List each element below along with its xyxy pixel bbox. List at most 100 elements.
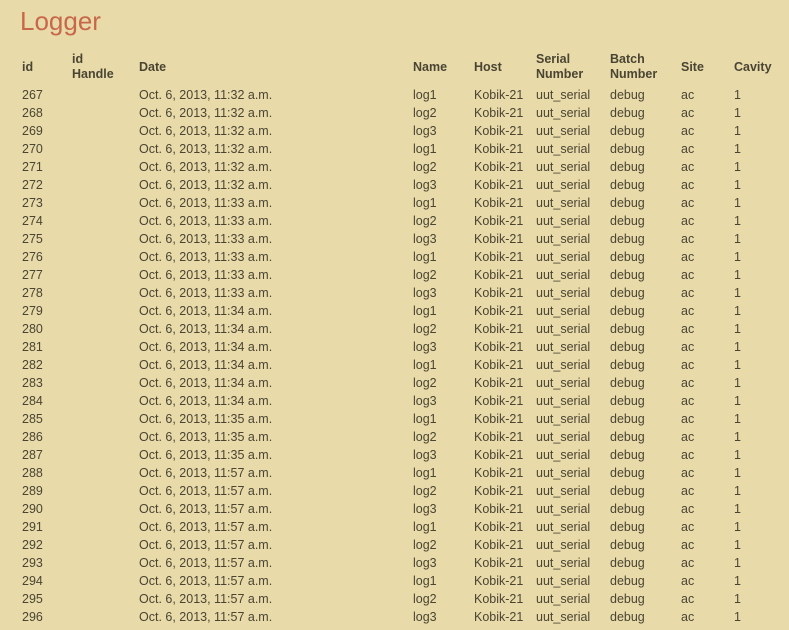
- cell-site: ac: [681, 340, 695, 354]
- cell-id-handle: [66, 464, 133, 482]
- cell-cavity: 1: [734, 142, 741, 156]
- cell-id: 268: [22, 106, 43, 120]
- cell-batch-number: debug: [610, 304, 645, 318]
- cell-name: log3: [413, 124, 437, 138]
- cell-name: log3: [413, 394, 437, 408]
- cell-date: Oct. 6, 2013, 11:57 a.m.: [139, 466, 273, 480]
- cell-cavity: 1: [734, 322, 741, 336]
- cell-name: log3: [413, 448, 437, 462]
- cell-site: ac: [681, 592, 695, 606]
- cell-date: Oct. 6, 2013, 11:34 a.m.: [139, 340, 273, 354]
- table-row: 290 Oct. 6, 2013, 11:57 a.m. log3 Kobik-21 u…: [16, 500, 785, 518]
- table-row: 293 Oct. 6, 2013, 11:57 a.m. log3 Kobik-21 u…: [16, 554, 785, 572]
- cell-id: 279: [22, 304, 43, 318]
- cell-batch-number: debug: [610, 448, 645, 462]
- cell-host: Kobik-21: [474, 268, 524, 282]
- table-body: 267 Oct. 6, 2013, 11:32 a.m. log1 Kobik-21 u…: [16, 86, 785, 626]
- cell-site: ac: [681, 376, 695, 390]
- cell-site: ac: [681, 196, 695, 210]
- cell-id: 274: [22, 214, 43, 228]
- cell-date: Oct. 6, 2013, 11:32 a.m.: [139, 178, 273, 192]
- cell-id: 275: [22, 232, 43, 246]
- cell-date: Oct. 6, 2013, 11:34 a.m.: [139, 376, 273, 390]
- cell-id-handle: [66, 176, 133, 194]
- cell-host: Kobik-21: [474, 448, 524, 462]
- cell-id: 267: [22, 88, 43, 102]
- cell-cavity: 1: [734, 430, 741, 444]
- cell-site: ac: [681, 322, 695, 336]
- column-header-id-handle[interactable]: id Handle: [66, 48, 133, 86]
- cell-cavity: 1: [734, 232, 741, 246]
- cell-name: log1: [413, 88, 437, 102]
- cell-name: log3: [413, 556, 437, 570]
- cell-host: Kobik-21: [474, 250, 524, 264]
- cell-site: ac: [681, 430, 695, 444]
- cell-id-handle: [66, 104, 133, 122]
- cell-serial-number: uut_serial: [536, 322, 591, 336]
- cell-serial-number: uut_serial: [536, 412, 591, 426]
- column-header-site[interactable]: Site: [675, 48, 728, 86]
- cell-serial-number: uut_serial: [536, 520, 591, 534]
- cell-date: Oct. 6, 2013, 11:32 a.m.: [139, 142, 273, 156]
- cell-host: Kobik-21: [474, 520, 524, 534]
- cell-cavity: 1: [734, 268, 741, 282]
- cell-site: ac: [681, 124, 695, 138]
- table-row: 282 Oct. 6, 2013, 11:34 a.m. log1 Kobik-21 u…: [16, 356, 785, 374]
- cell-site: ac: [681, 304, 695, 318]
- cell-name: log1: [413, 466, 437, 480]
- cell-id-handle: [66, 266, 133, 284]
- table-row: 283 Oct. 6, 2013, 11:34 a.m. log2 Kobik-21 u…: [16, 374, 785, 392]
- cell-id-handle: [66, 590, 133, 608]
- table-row: 279 Oct. 6, 2013, 11:34 a.m. log1 Kobik-21 u…: [16, 302, 785, 320]
- cell-name: log1: [413, 412, 437, 426]
- cell-id: 289: [22, 484, 43, 498]
- cell-serial-number: uut_serial: [536, 142, 591, 156]
- cell-batch-number: debug: [610, 106, 645, 120]
- cell-batch-number: debug: [610, 376, 645, 390]
- cell-id: 288: [22, 466, 43, 480]
- cell-date: Oct. 6, 2013, 11:34 a.m.: [139, 322, 273, 336]
- cell-serial-number: uut_serial: [536, 466, 591, 480]
- table-row: 270 Oct. 6, 2013, 11:32 a.m. log1 Kobik-21 u…: [16, 140, 785, 158]
- column-header-name[interactable]: Name: [407, 48, 468, 86]
- cell-id-handle: [66, 500, 133, 518]
- cell-site: ac: [681, 412, 695, 426]
- cell-id-handle: [66, 572, 133, 590]
- column-header-cavity[interactable]: Cavity: [728, 48, 785, 86]
- cell-id: 276: [22, 250, 43, 264]
- cell-id: 270: [22, 142, 43, 156]
- column-header-serial-number[interactable]: Serial Number: [530, 48, 604, 86]
- table-row: 285 Oct. 6, 2013, 11:35 a.m. log1 Kobik-21 u…: [16, 410, 785, 428]
- cell-name: log1: [413, 574, 437, 588]
- cell-serial-number: uut_serial: [536, 214, 591, 228]
- table-row: 267 Oct. 6, 2013, 11:32 a.m. log1 Kobik-21 u…: [16, 86, 785, 104]
- cell-serial-number: uut_serial: [536, 376, 591, 390]
- column-header-id[interactable]: id: [16, 48, 66, 86]
- table-row: 271 Oct. 6, 2013, 11:32 a.m. log2 Kobik-21 u…: [16, 158, 785, 176]
- cell-date: Oct. 6, 2013, 11:33 a.m.: [139, 196, 273, 210]
- column-header-batch-number[interactable]: Batch Number: [604, 48, 675, 86]
- cell-cavity: 1: [734, 394, 741, 408]
- cell-id-handle: [66, 518, 133, 536]
- cell-site: ac: [681, 448, 695, 462]
- cell-site: ac: [681, 358, 695, 372]
- cell-batch-number: debug: [610, 592, 645, 606]
- cell-site: ac: [681, 88, 695, 102]
- cell-host: Kobik-21: [474, 214, 524, 228]
- column-header-host[interactable]: Host: [468, 48, 530, 86]
- column-header-date[interactable]: Date: [133, 48, 407, 86]
- cell-serial-number: uut_serial: [536, 232, 591, 246]
- table-row: 280 Oct. 6, 2013, 11:34 a.m. log2 Kobik-21 u…: [16, 320, 785, 338]
- table-row: 276 Oct. 6, 2013, 11:33 a.m. log1 Kobik-21 u…: [16, 248, 785, 266]
- cell-cavity: 1: [734, 88, 741, 102]
- cell-site: ac: [681, 250, 695, 264]
- cell-name: log1: [413, 142, 437, 156]
- cell-cavity: 1: [734, 178, 741, 192]
- table-row: 296 Oct. 6, 2013, 11:57 a.m. log3 Kobik-21 u…: [16, 608, 785, 626]
- cell-batch-number: debug: [610, 286, 645, 300]
- table-row: 288 Oct. 6, 2013, 11:57 a.m. log1 Kobik-21 u…: [16, 464, 785, 482]
- cell-date: Oct. 6, 2013, 11:35 a.m.: [139, 430, 273, 444]
- cell-host: Kobik-21: [474, 142, 524, 156]
- cell-batch-number: debug: [610, 232, 645, 246]
- cell-cavity: 1: [734, 214, 741, 228]
